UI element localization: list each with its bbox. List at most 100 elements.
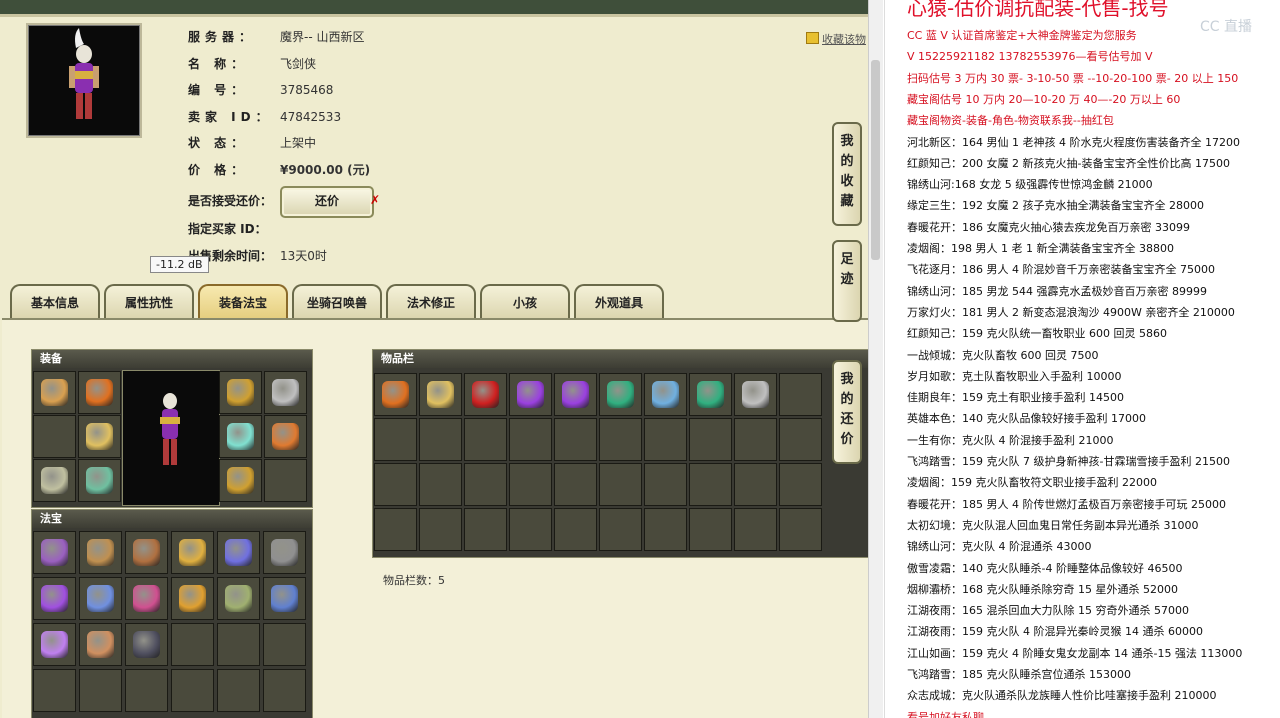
inventory-slot[interactable] [509, 508, 552, 551]
treasure-slot[interactable] [33, 669, 76, 712]
inventory-slot[interactable] [374, 373, 417, 416]
treasure-slot[interactable] [33, 577, 76, 620]
bargain-button[interactable]: 还价 [280, 186, 374, 218]
inventory-slot[interactable] [464, 418, 507, 461]
inventory-slot[interactable] [509, 373, 552, 416]
equipment-slot[interactable] [219, 459, 262, 502]
inventory-slot[interactable] [779, 508, 822, 551]
favorite-link[interactable]: 收藏该物 [806, 31, 866, 47]
equipment-slot[interactable] [78, 371, 121, 414]
side-tab-history[interactable]: 足迹 [832, 240, 862, 322]
equipment-slot[interactable] [33, 371, 76, 414]
inventory-slot[interactable] [599, 508, 642, 551]
treasure-slot[interactable] [217, 531, 260, 574]
info-line: 众志成城：克火队通杀队龙族睡人性价比哇塞接手盈利 210000 [907, 689, 1217, 703]
inventory-slot[interactable] [644, 373, 687, 416]
inventory-slot[interactable] [734, 373, 777, 416]
treasure-slot[interactable] [125, 669, 168, 712]
inventory-slot[interactable] [554, 508, 597, 551]
inventory-slot[interactable] [644, 508, 687, 551]
inventory-slot[interactable] [419, 463, 462, 506]
inventory-slot[interactable] [464, 373, 507, 416]
treasure-slot[interactable] [217, 577, 260, 620]
treasure-slot[interactable] [125, 577, 168, 620]
inventory-slot[interactable] [419, 508, 462, 551]
equipment-slot[interactable] [33, 415, 76, 458]
inventory-slot[interactable] [464, 463, 507, 506]
inventory-slot[interactable] [689, 463, 732, 506]
equipment-slot[interactable] [264, 459, 307, 502]
inventory-slot[interactable] [779, 418, 822, 461]
bargain-row: 是否接受还价： [188, 192, 280, 210]
info-line: 藏宝阁物资-装备-角色-物资联系我--抽红包 [907, 114, 1114, 128]
tab-appearance[interactable]: 外观道具 [574, 284, 664, 318]
inventory-slot[interactable] [689, 373, 732, 416]
status-row: 状 态： 上架中 [188, 134, 316, 152]
equipment-slot[interactable] [219, 371, 262, 414]
treasure-slot[interactable] [217, 623, 260, 666]
treasure-slot[interactable] [263, 531, 306, 574]
inventory-slot[interactable] [374, 463, 417, 506]
inventory-slot[interactable] [374, 508, 417, 551]
inventory-slot[interactable] [734, 463, 777, 506]
inventory-slot[interactable] [419, 418, 462, 461]
info-line: 藏宝阁估号 10 万内 20—10-20 万 40—-20 万以上 60 [907, 92, 1181, 106]
treasure-slot[interactable] [171, 577, 214, 620]
treasure-slot[interactable] [263, 623, 306, 666]
inventory-slot[interactable] [374, 418, 417, 461]
inventory-slot[interactable] [689, 508, 732, 551]
inventory-slot[interactable] [509, 418, 552, 461]
inventory-slot[interactable] [509, 463, 552, 506]
inventory-slot[interactable] [599, 463, 642, 506]
tab-spells[interactable]: 法术修正 [386, 284, 476, 318]
equipment-slot[interactable] [33, 459, 76, 502]
treasure-slot[interactable] [79, 531, 122, 574]
inventory-slot[interactable] [599, 418, 642, 461]
info-line: 万家灯火：181 男人 2 新变态混浪淘沙 4900W 亲密齐全 210000 [907, 305, 1235, 319]
inventory-slot[interactable] [779, 463, 822, 506]
treasure-slot[interactable] [171, 531, 214, 574]
tab-mounts[interactable]: 坐骑召唤兽 [292, 284, 382, 318]
treasure-slot[interactable] [263, 669, 306, 712]
treasure-slot[interactable] [33, 531, 76, 574]
treasure-slot[interactable] [171, 669, 214, 712]
inventory-slot[interactable] [779, 373, 822, 416]
scrollbar[interactable] [868, 0, 883, 718]
equipment-slot[interactable] [219, 415, 262, 458]
tab-basic[interactable]: 基本信息 [10, 284, 100, 318]
equipment-slot[interactable] [264, 415, 307, 458]
inventory-slot[interactable] [464, 508, 507, 551]
side-tab-offers[interactable]: 我的还价 [832, 360, 862, 464]
treasure-slot[interactable] [79, 577, 122, 620]
treasure-slot[interactable] [79, 669, 122, 712]
equipment-slot[interactable] [264, 371, 307, 414]
scrollbar-thumb[interactable] [871, 60, 880, 260]
inventory-slot[interactable] [644, 463, 687, 506]
inventory-slot[interactable] [689, 418, 732, 461]
inventory-slot[interactable] [554, 373, 597, 416]
equipment-slot[interactable] [78, 415, 121, 458]
inventory-slot[interactable] [554, 418, 597, 461]
inventory-slot[interactable] [554, 463, 597, 506]
inventory-slot[interactable] [644, 418, 687, 461]
treasure-slot[interactable] [263, 577, 306, 620]
listing-panel: 服务器： 魔界-- 山西新区 名 称： 飞剑侠 编 号： 3785468 卖家 ID：… [0, 0, 868, 718]
tab-attributes[interactable]: 属性抗性 [104, 284, 194, 318]
treasure-slot[interactable] [171, 623, 214, 666]
tab-children[interactable]: 小孩 [480, 284, 570, 318]
inventory-slot[interactable] [419, 373, 462, 416]
treasure-slot[interactable] [125, 531, 168, 574]
tab-equipment[interactable]: 装备法宝 [198, 284, 288, 318]
favorite-icon [806, 32, 819, 44]
inventory-slot[interactable] [734, 508, 777, 551]
treasure-slot[interactable] [217, 669, 260, 712]
treasure-slot[interactable] [79, 623, 122, 666]
treasure-slot[interactable] [125, 623, 168, 666]
treasure-slot[interactable] [33, 623, 76, 666]
inventory-slot[interactable] [734, 418, 777, 461]
equipment-slot[interactable] [78, 459, 121, 502]
info-line: 烟柳灞桥：168 克火队睡杀除穷奇 15 星外通杀 52000 [907, 582, 1178, 596]
info-line: 飞鸿踏雪：159 克火队 7 级护身新神孩-甘霖瑞雪接手盈利 21500 [907, 455, 1230, 468]
side-tab-favorites[interactable]: 我的收藏 [832, 122, 862, 226]
inventory-slot[interactable] [599, 373, 642, 416]
